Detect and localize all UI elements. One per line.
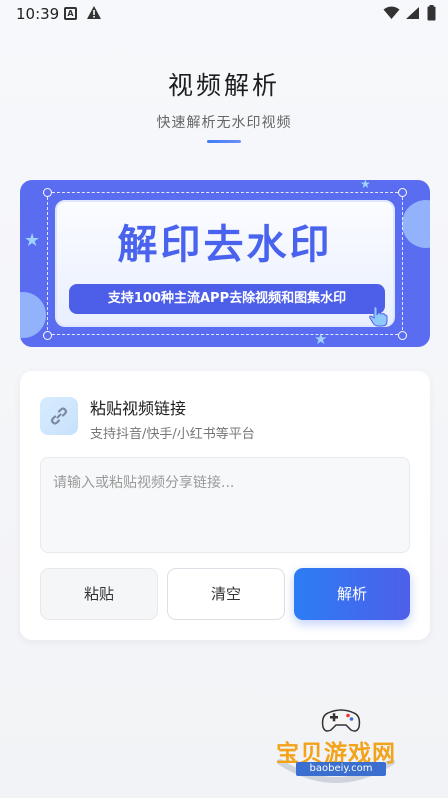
promo-banner[interactable]: ★ ★ ★ 解印去水印 支持100种主流APP去除视频和图集水印 — [20, 180, 430, 347]
link-icon — [50, 407, 68, 425]
decor-circle-left — [20, 292, 46, 338]
parse-button[interactable]: 解析 — [294, 568, 410, 620]
title-underline — [207, 140, 241, 143]
watermark-url: baobeiy.com — [296, 762, 386, 776]
frame-handle — [43, 188, 52, 197]
star-icon: ★ — [24, 230, 41, 251]
screen: 10:39 A 视频解析 快速解析无水印视频 ★ ★ ★ 解印去水印 支持100… — [0, 0, 448, 798]
link-input-card: 粘贴视频链接 支持抖音/快手/小红书等平台 粘贴 清空 解析 — [20, 371, 430, 640]
wifi-icon — [383, 6, 400, 19]
frame-handle — [398, 331, 407, 340]
page-title: 视频解析 — [167, 71, 280, 100]
status-time: 10:39 — [16, 5, 60, 23]
card-subtitle: 支持抖音/快手/小红书等平台 — [90, 427, 255, 442]
banner-tagline: 支持100种主流APP去除视频和图集水印 — [69, 284, 385, 314]
card-title: 粘贴视频链接 — [90, 399, 187, 418]
link-icon-box — [40, 397, 78, 435]
warning-icon — [87, 6, 101, 19]
frame-handle — [398, 188, 407, 197]
battery-icon — [427, 5, 436, 21]
gamepad-icon — [321, 709, 361, 732]
banner-panel: 解印去水印 支持100种主流APP去除视频和图集水印 — [55, 200, 395, 327]
star-icon: ★ — [360, 180, 371, 191]
video-link-input[interactable] — [40, 457, 410, 553]
signal-icon — [406, 7, 419, 19]
decor-circle-top-right — [402, 200, 430, 248]
frame-handle — [43, 331, 52, 340]
status-bar: 10:39 A — [0, 0, 448, 28]
paste-button[interactable]: 粘贴 — [40, 568, 158, 620]
clear-button[interactable]: 清空 — [167, 568, 285, 620]
notification-a-icon: A — [64, 7, 77, 20]
page-subtitle: 快速解析无水印视频 — [156, 115, 292, 131]
banner-headline: 解印去水印 — [117, 222, 333, 268]
hand-cursor-icon — [369, 306, 388, 327]
